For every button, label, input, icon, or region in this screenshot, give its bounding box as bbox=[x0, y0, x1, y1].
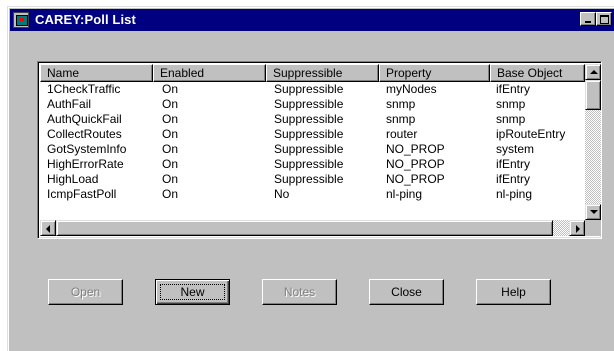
column-header-enabled[interactable]: Enabled bbox=[153, 64, 266, 82]
cell-property: nl-ping bbox=[386, 187, 423, 201]
scroll-down-button[interactable] bbox=[585, 204, 601, 220]
table-row[interactable]: AuthFail On Suppressible snmp snmp bbox=[40, 97, 585, 112]
horizontal-scrollbar[interactable] bbox=[40, 220, 585, 236]
cell-base-object: ifEntry bbox=[496, 172, 531, 186]
cell-name: HighErrorRate bbox=[47, 157, 124, 171]
help-button[interactable]: Help bbox=[476, 279, 551, 305]
table-row[interactable]: HighErrorRate On Suppressible NO_PROP if… bbox=[40, 157, 585, 172]
new-button-label: New bbox=[160, 284, 225, 300]
title-bar[interactable]: CAREY:Poll List × bbox=[10, 9, 614, 31]
cell-enabled: On bbox=[162, 82, 179, 96]
cell-suppressible: Suppressible bbox=[274, 112, 344, 126]
notes-button[interactable]: Notes bbox=[262, 279, 337, 305]
table-row[interactable]: CollectRoutes On Suppressible router ipR… bbox=[40, 127, 585, 142]
cell-base-object: ipRouteEntry bbox=[496, 127, 566, 141]
cell-suppressible: Suppressible bbox=[274, 142, 344, 156]
cell-enabled: On bbox=[162, 127, 179, 141]
app-icon[interactable] bbox=[13, 12, 29, 28]
horizontal-scroll-thumb[interactable] bbox=[56, 220, 553, 236]
cell-name: AuthQuickFail bbox=[47, 112, 122, 126]
column-header-base-object[interactable]: Base Object bbox=[490, 64, 585, 82]
minimize-button[interactable] bbox=[580, 12, 596, 26]
cell-enabled: On bbox=[162, 172, 179, 186]
cell-suppressible: Suppressible bbox=[274, 127, 344, 141]
poll-list-view[interactable]: Name Enabled Suppressible Property Base … bbox=[37, 61, 602, 239]
cell-name: HighLoad bbox=[47, 172, 99, 186]
cell-property: snmp bbox=[386, 112, 416, 126]
cell-property: myNodes bbox=[386, 82, 437, 96]
new-button[interactable]: New bbox=[155, 279, 230, 305]
column-header-suppressible[interactable]: Suppressible bbox=[266, 64, 379, 82]
cell-enabled: On bbox=[162, 187, 179, 201]
arrow-down-icon bbox=[590, 210, 598, 214]
cell-property: NO_PROP bbox=[386, 157, 445, 171]
vertical-scroll-thumb[interactable] bbox=[585, 80, 601, 110]
cell-name: AuthFail bbox=[47, 97, 92, 111]
vertical-scrollbar[interactable] bbox=[585, 64, 601, 220]
cell-property: NO_PROP bbox=[386, 142, 445, 156]
cell-base-object: nl-ping bbox=[496, 187, 533, 201]
column-header-property[interactable]: Property bbox=[379, 64, 490, 82]
cell-suppressible: Suppressible bbox=[274, 172, 344, 186]
close-button[interactable]: Close bbox=[369, 279, 444, 305]
window-title: CAREY:Poll List bbox=[35, 12, 136, 27]
poll-list-window: CAREY:Poll List × Name Enabled Suppressi… bbox=[7, 6, 614, 351]
arrow-up-icon bbox=[590, 70, 598, 74]
column-header-name[interactable]: Name bbox=[40, 64, 153, 82]
scrollbar-corner bbox=[585, 220, 601, 236]
cell-suppressible: Suppressible bbox=[274, 97, 344, 111]
cell-enabled: On bbox=[162, 142, 179, 156]
cell-property: NO_PROP bbox=[386, 172, 445, 186]
table-row[interactable]: 1CheckTraffic On Suppressible myNodes if… bbox=[40, 82, 585, 97]
cell-name: IcmpFastPoll bbox=[47, 187, 117, 201]
open-button[interactable]: Open bbox=[48, 279, 123, 305]
cell-base-object: snmp bbox=[496, 112, 526, 126]
scroll-left-button[interactable] bbox=[40, 220, 56, 236]
cell-base-object: snmp bbox=[496, 97, 526, 111]
arrow-left-icon bbox=[46, 225, 50, 233]
cell-enabled: On bbox=[162, 112, 179, 126]
cell-name: CollectRoutes bbox=[47, 127, 122, 141]
list-header: Name Enabled Suppressible Property Base … bbox=[40, 64, 585, 82]
cell-property: snmp bbox=[386, 97, 416, 111]
cell-enabled: On bbox=[162, 157, 179, 171]
cell-enabled: On bbox=[162, 97, 179, 111]
cell-base-object: ifEntry bbox=[496, 82, 531, 96]
list-rows: 1CheckTraffic On Suppressible myNodes if… bbox=[40, 82, 585, 220]
cell-base-object: system bbox=[496, 142, 535, 156]
arrow-right-icon bbox=[576, 225, 580, 233]
cell-suppressible: Suppressible bbox=[274, 82, 344, 96]
cell-base-object: ifEntry bbox=[496, 157, 531, 171]
table-row[interactable]: IcmpFastPoll On No nl-ping nl-ping bbox=[40, 187, 585, 202]
cell-suppressible: No bbox=[274, 187, 290, 201]
table-row[interactable]: HighLoad On Suppressible NO_PROP ifEntry bbox=[40, 172, 585, 187]
cell-name: GotSystemInfo bbox=[47, 142, 127, 156]
maximize-button[interactable] bbox=[596, 12, 612, 26]
cell-suppressible: Suppressible bbox=[274, 157, 344, 171]
cell-name: 1CheckTraffic bbox=[47, 82, 121, 96]
table-row[interactable]: GotSystemInfo On Suppressible NO_PROP sy… bbox=[40, 142, 585, 157]
table-row[interactable]: AuthQuickFail On Suppressible snmp snmp bbox=[40, 112, 585, 127]
scroll-up-button[interactable] bbox=[585, 64, 601, 80]
scroll-right-button[interactable] bbox=[569, 220, 585, 236]
cell-property: router bbox=[386, 127, 418, 141]
